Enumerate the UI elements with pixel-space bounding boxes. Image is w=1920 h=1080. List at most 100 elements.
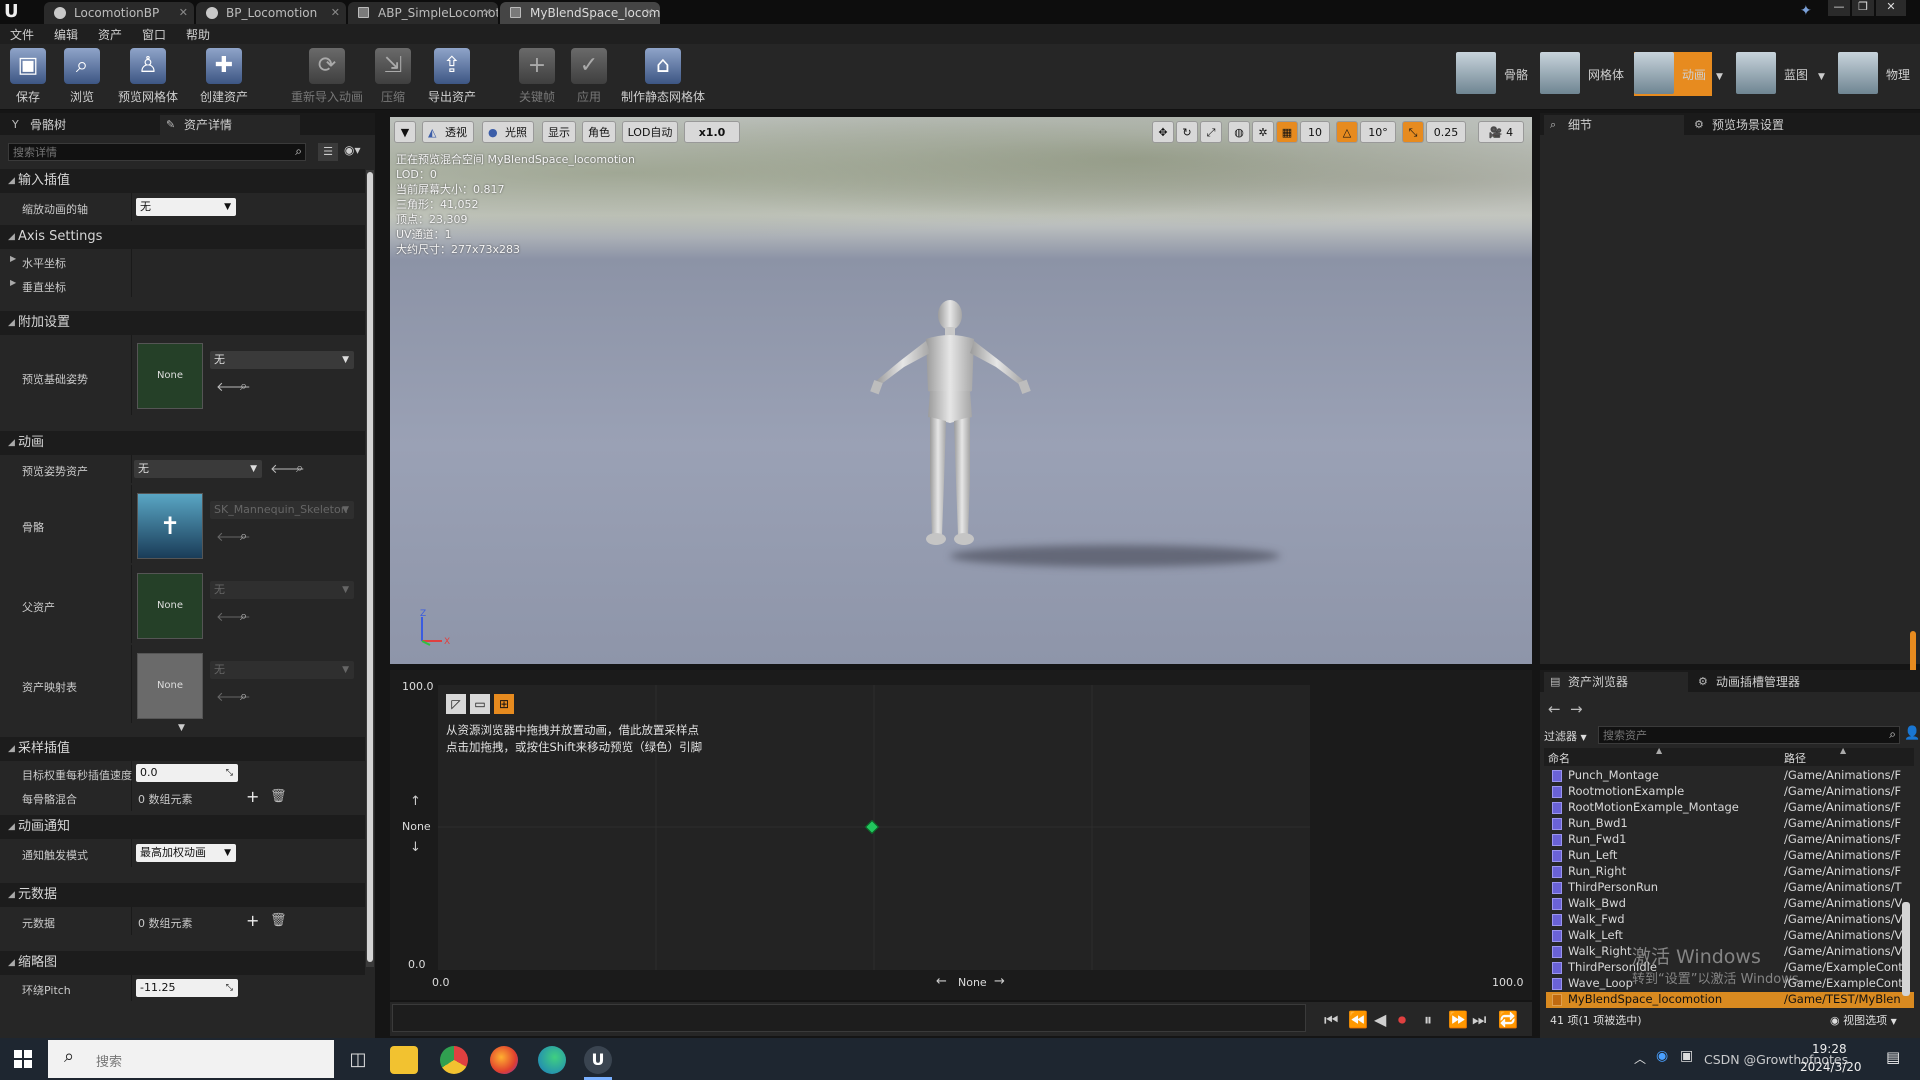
tab-anim-slot-manager[interactable]: ⚙ 动画插槽管理器 — [1692, 672, 1842, 692]
record-icon[interactable]: ⏺ — [1398, 1010, 1406, 1030]
asset-list-scrollbar[interactable] — [1902, 902, 1910, 996]
unreal-logo-icon[interactable]: U — [4, 2, 24, 22]
tray-chevron-icon[interactable]: ︿ — [1634, 1050, 1646, 1067]
perspective-button[interactable]: ◭ 透视 — [422, 121, 474, 143]
user-icon[interactable]: 👤 — [1904, 726, 1920, 741]
task-view-icon[interactable]: ◫ — [344, 1046, 372, 1074]
browse-button[interactable]: ⌕ 浏览 — [62, 48, 102, 106]
preview-viewport[interactable]: ▼ ◭ 透视 ● 光照 显示 角色 LOD自动 x1.0 ✥ ↻ ⤢ ◍ ✲ ▦ 1… — [390, 117, 1532, 664]
tab-locomotionbp[interactable]: LocomotionBP ✕ — [44, 2, 194, 24]
delete-icon[interactable]: 🗑 — [270, 789, 287, 804]
asset-row[interactable]: Run_Left/Game/Animations/F — [1546, 848, 1914, 864]
file-explorer-icon[interactable] — [390, 1046, 418, 1074]
rotate-tool-icon[interactable]: ↻ — [1176, 121, 1198, 143]
mode-blueprint[interactable]: 蓝图 — [1736, 52, 1812, 96]
back-arrow-icon[interactable]: ← — [1548, 700, 1561, 718]
browse-search-icon[interactable]: ⌕ — [296, 461, 303, 476]
close-icon[interactable]: ✕ — [483, 2, 492, 24]
asset-mapping-thumbnail[interactable]: None — [137, 653, 203, 719]
eye-icon[interactable]: ◉▾ — [344, 143, 361, 157]
mode-physics[interactable]: 物理 — [1838, 52, 1916, 96]
advanced-expand-icon[interactable]: ▼ — [178, 723, 185, 733]
chrome-icon[interactable] — [440, 1046, 468, 1074]
close-window-button[interactable]: ✕ — [1876, 0, 1906, 16]
export-asset-button[interactable]: ⇪ 导出资产 — [424, 48, 480, 106]
minimize-button[interactable]: — — [1828, 0, 1850, 16]
fit-view-icon[interactable]: ⊞ — [494, 694, 514, 714]
asset-row[interactable]: Punch_Montage/Game/Animations/F — [1546, 768, 1914, 784]
asset-row[interactable]: Run_Right/Game/Animations/F — [1546, 864, 1914, 880]
section-anim-notify[interactable]: ◢ 动画通知 — [0, 815, 365, 839]
menu-help[interactable]: 帮助 — [186, 26, 210, 43]
menu-window[interactable]: 窗口 — [142, 26, 166, 43]
browse-search-icon[interactable]: ⌕ — [240, 379, 247, 394]
view-options-button[interactable]: ◉ 视图选项 ▼ — [1830, 1012, 1897, 1028]
restore-button[interactable]: ❐ — [1852, 0, 1874, 16]
details-search-field[interactable]: ⌕ — [8, 143, 306, 161]
target-weight-speed-input[interactable]: 0.0 ⤡ — [136, 764, 238, 782]
parent-asset-thumbnail[interactable]: None — [137, 573, 203, 639]
tab-asset-browser[interactable]: ▤ 资产浏览器 — [1544, 672, 1688, 692]
grid-snap-icon[interactable]: ▦ — [1276, 121, 1298, 143]
firefox-icon[interactable] — [490, 1046, 518, 1074]
save-button[interactable]: ▣ 保存 — [8, 48, 48, 106]
step-forward-icon[interactable]: ⏩ — [1448, 1010, 1468, 1029]
tab-details[interactable]: ⌕ 细节 — [1544, 115, 1684, 135]
taskbar-search-box[interactable]: ⌕ 搜索 — [48, 1040, 334, 1078]
section-animation[interactable]: ◢ 动画 — [0, 431, 365, 455]
translate-tool-icon[interactable]: ✥ — [1152, 121, 1174, 143]
lit-button[interactable]: ● 光照 — [482, 121, 534, 143]
scale-tool-icon[interactable]: ⤢ — [1200, 121, 1222, 143]
skeleton-dropdown[interactable]: SK_Mannequin_Skeleton ▼ — [210, 501, 354, 519]
asset-mapping-dropdown[interactable]: 无 ▼ — [210, 661, 354, 679]
viewport-options-button[interactable]: ▼ — [394, 121, 416, 143]
notification-center-icon[interactable]: ▤ — [1886, 1048, 1900, 1066]
section-input-interpolation[interactable]: ◢ 输入插值 — [0, 169, 365, 193]
browse-search-icon[interactable]: ⌕ — [240, 689, 247, 704]
playback-speed-button[interactable]: x1.0 — [684, 121, 740, 143]
tab-bp-locomotion[interactable]: BP_Locomotion ✕ — [196, 2, 346, 24]
timeline-scrub-area[interactable] — [392, 1004, 1306, 1032]
preview-base-pose-thumbnail[interactable]: None — [137, 343, 203, 409]
animation-mode-dropdown-icon[interactable]: ▼ — [1716, 72, 1723, 82]
browse-search-icon[interactable]: ⌕ — [240, 609, 247, 624]
row-vertical-axis[interactable]: ▶ 垂直坐标 — [0, 273, 365, 297]
orbit-pitch-input[interactable]: -11.25 ⤡ — [136, 979, 238, 997]
mode-skeleton[interactable]: 骨骼 — [1456, 52, 1532, 96]
row-horizontal-axis[interactable]: ▶ 水平坐标 — [0, 249, 365, 273]
character-button[interactable]: 角色 — [582, 121, 616, 143]
asset-row[interactable]: MyBlendSpace_locomotion/Game/TEST/MyBlen — [1546, 992, 1914, 1008]
add-element-icon[interactable]: + — [246, 911, 259, 930]
asset-row[interactable]: Run_Bwd1/Game/Animations/F — [1546, 816, 1914, 832]
close-icon[interactable]: ✕ — [331, 2, 340, 24]
jump-to-start-icon[interactable]: ⏮ — [1324, 1010, 1338, 1030]
section-axis-settings[interactable]: ◢ Axis Settings — [0, 225, 365, 249]
close-icon[interactable]: ✕ — [179, 2, 188, 24]
triangulation-toggle-icon[interactable]: ◸ — [446, 694, 466, 714]
preview-pose-asset-dropdown[interactable]: 无 ▼ — [134, 460, 262, 478]
menu-file[interactable]: 文件 — [10, 26, 34, 43]
filter-dropdown[interactable]: 过滤器 ▼ — [1544, 728, 1587, 744]
add-element-icon[interactable]: + — [246, 787, 259, 806]
loop-icon[interactable]: 🔁 — [1498, 1010, 1518, 1029]
taskbar-date[interactable]: 2024/3/20 — [1800, 1060, 1862, 1074]
menu-asset[interactable]: 资产 — [98, 26, 122, 43]
section-thumbnail[interactable]: ◢ 缩略图 — [0, 951, 365, 975]
tab-preview-scene-settings[interactable]: ⚙ 预览场景设置 — [1688, 115, 1838, 135]
tab-abp-simplelocomotion[interactable]: ABP_SimpleLocomotion✕ — [348, 2, 498, 24]
reimport-button[interactable]: ⟳ 重新导入动画 — [288, 48, 366, 106]
compress-button[interactable]: ⇲ 压缩 — [372, 48, 414, 106]
column-header-name[interactable]: 命名 — [1548, 750, 1570, 766]
details-search-input[interactable] — [9, 144, 279, 160]
taskbar-time[interactable]: 19:28 — [1812, 1042, 1847, 1056]
rotation-snap-value[interactable]: 10° — [1360, 121, 1396, 143]
asset-search-field[interactable]: ⌕ — [1598, 726, 1900, 744]
lod-button[interactable]: LOD自动 — [622, 121, 678, 143]
play-reverse-icon[interactable]: ◀ — [1374, 1010, 1386, 1029]
details-scrollbar[interactable] — [366, 170, 374, 967]
world-local-icon[interactable]: ◍ — [1228, 121, 1250, 143]
tab-asset-details[interactable]: ✎ 资产详情 — [160, 115, 300, 135]
parent-asset-dropdown[interactable]: 无 ▼ — [210, 581, 354, 599]
section-additive-settings[interactable]: ◢ 附加设置 — [0, 311, 365, 335]
list-view-icon[interactable]: ☰ — [318, 143, 338, 161]
